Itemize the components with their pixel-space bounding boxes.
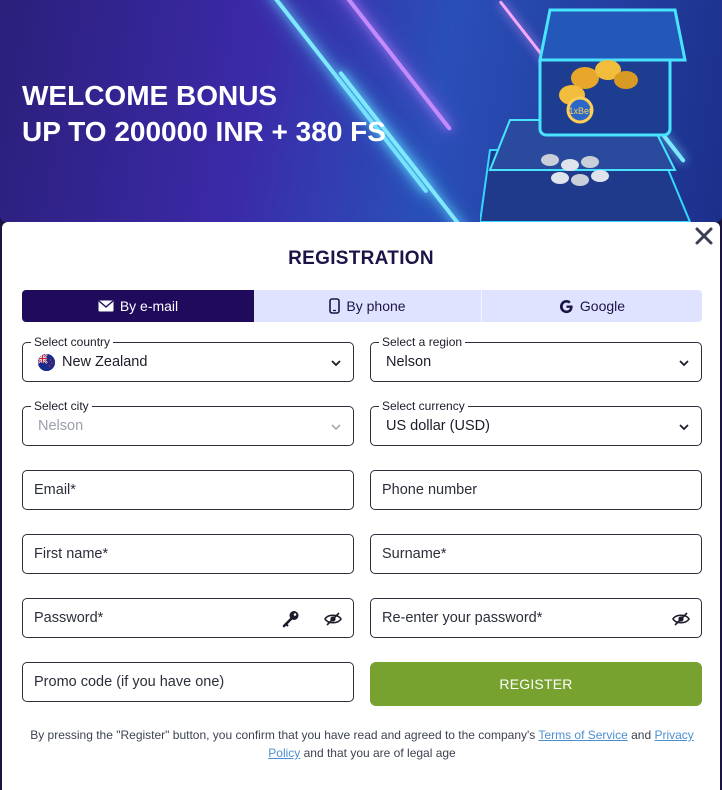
field-placeholder: Email* <box>34 482 76 498</box>
tab-google[interactable]: Google <box>482 290 702 322</box>
chevron-down-icon <box>679 360 689 367</box>
tab-label: By phone <box>346 298 406 314</box>
country-select[interactable]: Select country New Zealand <box>22 335 354 382</box>
tab-label: By e-mail <box>119 298 179 314</box>
field-placeholder: Surname* <box>382 546 447 562</box>
field-value: Nelson <box>38 418 84 434</box>
legal-text: and <box>627 728 655 742</box>
terms-of-service-link[interactable]: Terms of Service <box>538 728 627 742</box>
field-placeholder: Promo code (if you have one) <box>34 674 225 690</box>
svg-text:1xBet: 1xBet <box>568 106 592 116</box>
field-placeholder: Password* <box>34 610 104 626</box>
region-select[interactable]: Select a region Nelson <box>370 335 702 382</box>
treasure-chest-illustration: 1xBet <box>480 8 692 222</box>
banner-line-1: WELCOME BONUS <box>22 80 278 111</box>
new-zealand-flag-icon <box>38 354 55 371</box>
phone-icon <box>329 298 341 314</box>
modal-title: REGISTRATION <box>288 248 434 269</box>
city-select[interactable]: Select city Nelson <box>22 399 354 446</box>
tab-by-email[interactable]: By e-mail <box>22 290 254 322</box>
chevron-down-icon <box>331 360 341 367</box>
welcome-banner: WELCOME BONUS UP TO 200000 INR + 380 FS … <box>0 0 722 222</box>
field-legend: Select country <box>31 335 114 349</box>
surname-field[interactable]: Surname* <box>370 534 702 574</box>
envelope-icon <box>98 300 114 312</box>
field-value: Nelson <box>386 354 432 370</box>
key-icon[interactable] <box>281 609 301 629</box>
field-placeholder: Re-enter your password* <box>382 610 543 626</box>
field-value: US dollar (USD) <box>386 418 490 434</box>
email-field[interactable]: Email* <box>22 470 354 510</box>
register-button[interactable]: REGISTER <box>370 662 702 706</box>
field-placeholder: First name* <box>34 546 109 562</box>
legal-text: and that you are of legal age <box>300 746 456 760</box>
first-name-field[interactable]: First name* <box>22 534 354 574</box>
legal-notice: By pressing the "Register" button, you c… <box>22 726 702 762</box>
tab-label: Google <box>579 298 626 314</box>
banner-title: WELCOME BONUS UP TO 200000 INR + 380 FS <box>22 78 386 150</box>
password-field[interactable]: Password* <box>22 598 354 638</box>
registration-method-tabs: By e-mail By phone Google <box>22 290 702 322</box>
google-icon <box>559 299 573 313</box>
tab-by-phone[interactable]: By phone <box>254 290 482 322</box>
promo-code-field[interactable]: Promo code (if you have one) <box>22 662 354 702</box>
field-legend: Select a region <box>379 335 466 349</box>
phone-number-field[interactable]: Phone number <box>370 470 702 510</box>
field-value: New Zealand <box>62 354 148 370</box>
chevron-down-icon <box>331 424 341 431</box>
legal-text: By pressing the "Register" button, you c… <box>30 728 539 742</box>
banner-line-2: UP TO 200000 INR + 380 FS <box>22 116 386 147</box>
field-legend: Select currency <box>379 399 468 413</box>
close-icon[interactable] <box>694 226 714 246</box>
currency-select[interactable]: Select currency US dollar (USD) <box>370 399 702 446</box>
field-placeholder: Phone number <box>382 482 478 498</box>
registration-modal: REGISTRATION By e-mail By phone Google S… <box>2 222 720 790</box>
repeat-password-field[interactable]: Re-enter your password* <box>370 598 702 638</box>
chevron-down-icon <box>679 424 689 431</box>
eye-off-icon[interactable] <box>671 609 691 629</box>
field-legend: Select city <box>31 399 92 413</box>
eye-off-icon[interactable] <box>323 609 343 629</box>
